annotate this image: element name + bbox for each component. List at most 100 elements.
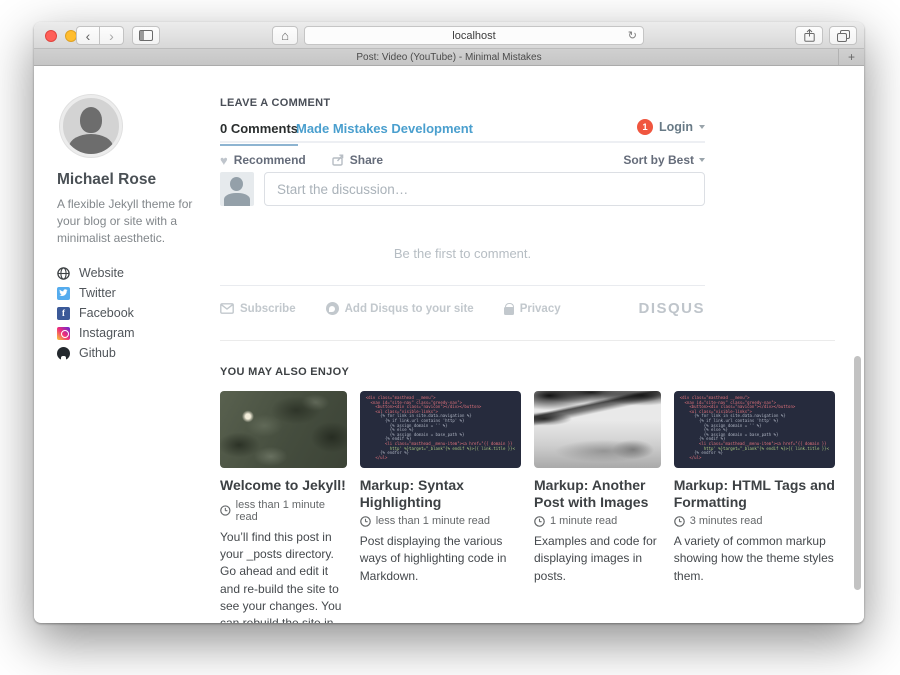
post-excerpt: You’ll find this post in your _posts dir… [220, 529, 347, 623]
subscribe-label: Subscribe [240, 303, 296, 315]
author-name: Michael Rose [57, 171, 217, 189]
lock-icon [504, 307, 514, 315]
tab-community[interactable]: Made Mistakes Development [296, 121, 473, 136]
read-time: 1 minute read [550, 515, 617, 527]
share-thread-button[interactable]: Share [332, 153, 383, 167]
author-bio: A flexible Jekyll theme for your blog or… [57, 196, 199, 247]
active-tab[interactable]: Post: Video (YouTube) - Minimal Mistakes [356, 52, 541, 63]
browser-window: ‹ › ⌂ localhost ↻ Post: Video (YouTube) … [34, 22, 864, 623]
comment-input[interactable] [264, 172, 705, 206]
login-control[interactable]: 1 Login [637, 119, 705, 135]
globe-icon [57, 267, 70, 280]
new-tab-button[interactable]: + [838, 49, 864, 65]
author-sidebar: Michael Rose A flexible Jekyll theme for… [57, 95, 217, 363]
refresh-icon[interactable]: ↻ [628, 29, 637, 42]
related-posts-section: YOU MAY ALSO ENJOY Welcome to Jekyll! le… [220, 340, 835, 623]
recommend-label: Recommend [234, 153, 306, 167]
clock-icon [674, 516, 685, 527]
subscribe-link[interactable]: Subscribe [220, 303, 296, 315]
back-button[interactable]: ‹ [76, 26, 100, 45]
read-time: less than 1 minute read [236, 499, 347, 523]
related-card: <div class="masthead __menu"> <nav id="s… [674, 391, 835, 623]
disqus-logo[interactable]: DISQUS [638, 300, 705, 317]
url-text: localhost [452, 30, 495, 42]
related-card: Welcome to Jekyll! less than 1 minute re… [220, 391, 347, 623]
tab-comments[interactable]: 0 Comments [220, 121, 298, 146]
browser-toolbar: ‹ › ⌂ localhost ↻ [34, 22, 864, 49]
commenter-avatar [220, 172, 254, 206]
share-label: Share [350, 153, 383, 167]
comment-composer [220, 172, 705, 206]
related-card: Markup: Another Post with Images 1 minut… [534, 391, 661, 623]
disqus-actions: ♥ Recommend Share Sort by Best [220, 152, 705, 168]
sidebar-link-instagram[interactable]: Instagram [57, 323, 217, 343]
sidebar-link-label: Github [79, 346, 116, 360]
share-arrow-icon [332, 154, 344, 166]
scrollbar-thumb[interactable] [854, 356, 861, 590]
post-title-link[interactable]: Markup: HTML Tags and Formatting [674, 477, 835, 510]
post-thumbnail-fog [534, 391, 661, 468]
twitter-icon [57, 287, 70, 300]
sidebar-link-website[interactable]: Website [57, 263, 217, 283]
notification-badge: 1 [637, 119, 653, 135]
post-title-link[interactable]: Markup: Another Post with Images [534, 477, 661, 510]
post-excerpt: A variety of common markup showing how t… [674, 533, 835, 585]
forward-icon: › [109, 29, 114, 43]
facebook-icon: f [57, 307, 70, 320]
post-thumbnail-code: <div class="masthead __menu"> <nav id="s… [674, 391, 835, 468]
sidebar-link-twitter[interactable]: Twitter [57, 283, 217, 303]
close-window-button[interactable] [45, 30, 57, 42]
chevron-down-icon [699, 158, 705, 162]
divider [220, 285, 705, 286]
chevron-down-icon [699, 125, 705, 129]
plus-icon: + [848, 50, 855, 64]
sidebar-toggle-button[interactable] [132, 26, 160, 45]
home-button[interactable]: ⌂ [272, 26, 298, 45]
read-time: less than 1 minute read [376, 515, 490, 527]
instagram-icon [57, 327, 70, 340]
disqus-d-icon [326, 302, 339, 315]
sort-dropdown[interactable]: Sort by Best [623, 153, 705, 167]
comments-heading: LEAVE A COMMENT [220, 97, 330, 109]
post-thumbnail-moss [220, 391, 347, 468]
back-icon: ‹ [86, 29, 91, 43]
recommend-button[interactable]: ♥ Recommend [220, 153, 306, 167]
post-excerpt: Post displaying the various ways of high… [360, 533, 521, 585]
sidebar-link-label: Facebook [79, 306, 134, 320]
github-icon [57, 347, 70, 360]
clock-icon [360, 516, 371, 527]
clock-icon [220, 505, 231, 516]
tab-overview-button[interactable] [829, 26, 857, 45]
disqus-footer: Subscribe Add Disqus to your site Privac… [220, 300, 705, 317]
login-label: Login [659, 120, 693, 134]
add-disqus-link[interactable]: Add Disqus to your site [326, 302, 474, 315]
sidebar-link-facebook[interactable]: f Facebook [57, 303, 217, 323]
related-card: <div class="masthead __menu"> <nav id="s… [360, 391, 521, 623]
share-button[interactable] [795, 26, 823, 45]
empty-state-text: Be the first to comment. [220, 246, 705, 261]
related-heading: YOU MAY ALSO ENJOY [220, 366, 835, 378]
privacy-link[interactable]: Privacy [504, 303, 561, 315]
history-nav: ‹ › [76, 26, 124, 45]
clock-icon [534, 516, 545, 527]
author-avatar [60, 95, 122, 157]
tab-bar: Post: Video (YouTube) - Minimal Mistakes… [34, 49, 864, 66]
home-icon: ⌂ [281, 28, 289, 43]
disqus-tabs: 0 Comments Made Mistakes Development 1 L… [220, 119, 705, 143]
post-excerpt: Examples and code for displaying images … [534, 533, 661, 585]
sort-label: Sort by Best [623, 153, 694, 167]
related-cards: Welcome to Jekyll! less than 1 minute re… [220, 391, 835, 623]
heart-icon: ♥ [220, 154, 228, 167]
page-content: Michael Rose A flexible Jekyll theme for… [34, 66, 864, 622]
privacy-label: Privacy [520, 303, 561, 315]
sidebar-link-label: Website [79, 266, 124, 280]
sidebar-link-github[interactable]: Github [57, 343, 217, 363]
envelope-icon [220, 303, 234, 314]
post-title-link[interactable]: Markup: Syntax Highlighting [360, 477, 521, 510]
post-title-link[interactable]: Welcome to Jekyll! [220, 477, 347, 494]
tabs-icon [837, 30, 850, 42]
author-links: Website Twitter f Facebook Instagram Git… [57, 263, 217, 363]
forward-button[interactable]: › [100, 26, 124, 45]
address-bar[interactable]: localhost ↻ [304, 26, 644, 45]
sidebar-icon [139, 30, 153, 41]
